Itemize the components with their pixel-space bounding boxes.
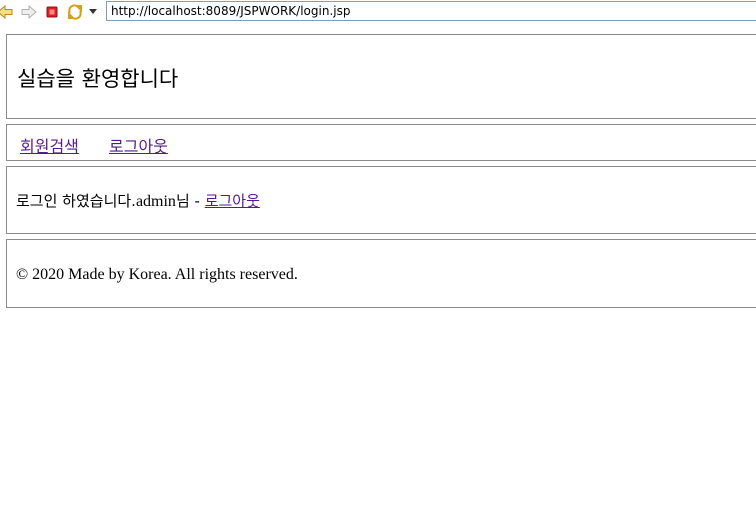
back-arrow-icon[interactable] bbox=[0, 3, 14, 21]
page-header: 실습을 환영합니다 bbox=[6, 34, 756, 119]
refresh-icon[interactable] bbox=[66, 3, 84, 21]
stop-icon[interactable] bbox=[43, 3, 61, 21]
login-username: admin bbox=[135, 193, 176, 210]
main-content: 로그인 하였습니다.admin님 - 로그아웃 bbox=[6, 166, 756, 234]
page-title: 실습을 환영합니다 bbox=[17, 67, 179, 91]
nav-link-member-search[interactable]: 회원검색 bbox=[20, 133, 79, 157]
login-message-prefix: 로그인 하였습니다. bbox=[16, 192, 136, 210]
copyright-text: © 2020 Made by Korea. All rights reserve… bbox=[16, 266, 298, 283]
forward-arrow-icon[interactable] bbox=[20, 3, 38, 21]
browser-toolbar: http://localhost:8089/JSPWORK/login.jsp bbox=[0, 0, 756, 24]
login-message: 로그인 하였습니다.admin님 - 로그아웃 bbox=[16, 190, 260, 211]
login-message-suffix: 님 - bbox=[175, 192, 205, 210]
nav-link-logout[interactable]: 로그아웃 bbox=[109, 133, 168, 157]
nav-bar: 회원검색 로그아웃 bbox=[6, 124, 756, 161]
page-footer: © 2020 Made by Korea. All rights reserve… bbox=[6, 239, 756, 308]
address-bar-input[interactable]: http://localhost:8089/JSPWORK/login.jsp bbox=[106, 1, 756, 21]
logout-link[interactable]: 로그아웃 bbox=[205, 192, 260, 210]
dropdown-icon[interactable] bbox=[86, 3, 100, 21]
